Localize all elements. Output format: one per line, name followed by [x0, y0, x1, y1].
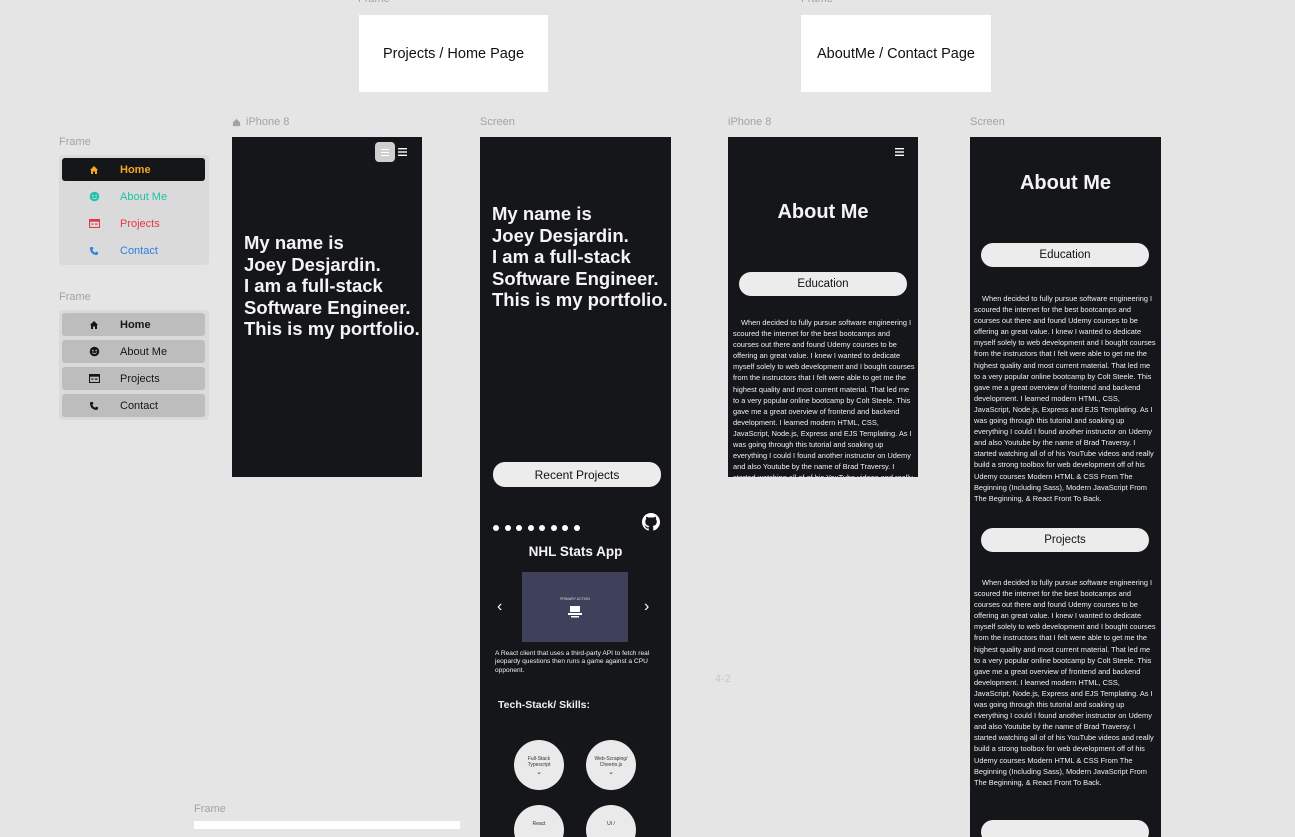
menu-item-projects[interactable]: Projects: [62, 212, 205, 235]
menu-item-contact[interactable]: Contact: [62, 394, 205, 417]
about-screen: About Me Education When decided to fully…: [970, 137, 1161, 837]
skill-bubble[interactable]: React: [514, 805, 564, 837]
menu-item-about[interactable]: About Me: [62, 185, 205, 208]
hero-intro: My name is Joey Desjardin. I am a full-s…: [244, 232, 420, 339]
skill-bubble[interactable]: Full-Stack Typescript ⌄: [514, 740, 564, 790]
next-arrow-icon[interactable]: ›: [644, 598, 649, 616]
card-title: Projects / Home Page: [382, 45, 525, 62]
phone-icon: [84, 246, 104, 256]
menu-item-home[interactable]: Home: [62, 158, 205, 181]
menu-item-contact[interactable]: Contact: [62, 239, 205, 262]
projects-screen: My name is Joey Desjardin. I am a full-s…: [480, 137, 671, 837]
nav-menu-colored: Home About Me Projects Contact: [59, 155, 209, 265]
nav-menu-gray: Home About Me Projects Contact: [59, 310, 209, 420]
projects-paragraph: When decided to fully pursue software en…: [974, 578, 1156, 787]
chevron-down-icon: ⌄: [536, 769, 542, 776]
phone-icon: [84, 401, 104, 411]
menu-label: Projects: [120, 372, 160, 385]
about-paragraph: When decided to fully pursue software en…: [733, 318, 915, 477]
about-title: About Me: [777, 201, 869, 223]
stray-label: 4-2: [715, 673, 731, 685]
home-icon: [84, 320, 104, 330]
skill-label: React: [532, 821, 546, 827]
prev-arrow-icon[interactable]: ‹: [497, 598, 502, 616]
education-button[interactable]: Education: [739, 272, 907, 296]
smiley-icon: [84, 191, 104, 202]
menu-label: Projects: [120, 217, 160, 230]
screen-label: Screen: [480, 116, 515, 128]
project-preview-image[interactable]: PRIMARY ACTION: [522, 572, 628, 642]
hero-intro: My name is Joey Desjardin. I am a full-s…: [492, 203, 668, 310]
frame-label: Frame: [801, 0, 833, 5]
project-description: A React client that uses a third-party A…: [495, 650, 650, 674]
carousel-dots[interactable]: [493, 518, 585, 536]
skill-bubble[interactable]: UI /: [586, 805, 636, 837]
menu-label: About Me: [120, 345, 168, 358]
skill-label: Web-Scraping/ Cheerio.js: [594, 756, 628, 768]
frame-label: Frame: [194, 803, 226, 815]
window-icon: [84, 374, 104, 383]
menu-label: Home: [120, 318, 151, 331]
hamburger-icon[interactable]: [895, 148, 904, 156]
github-icon[interactable]: [642, 513, 660, 531]
frame-label: Frame: [59, 291, 91, 303]
menu-item-about[interactable]: About Me: [62, 340, 205, 363]
frame-label: Frame: [358, 0, 390, 5]
skill-bubble[interactable]: Web-Scraping/ Cheerio.js ⌄: [586, 740, 636, 790]
home-icon: [84, 165, 104, 175]
window-icon: [84, 219, 104, 228]
card-title: AboutMe / Contact Page: [817, 45, 975, 62]
aboutme-contact-card[interactable]: AboutMe / Contact Page: [801, 15, 991, 92]
iphone-home-screen: My name is Joey Desjardin. I am a full-s…: [232, 137, 422, 477]
smiley-icon: [84, 346, 104, 357]
menu-label: Home: [120, 163, 151, 176]
hamburger-icon[interactable]: [398, 148, 407, 156]
next-section-button[interactable]: [981, 820, 1149, 837]
projects-button[interactable]: Projects: [981, 528, 1149, 552]
education-button[interactable]: Education: [981, 243, 1149, 267]
home-icon: [232, 118, 241, 126]
tech-stack-heading: Tech-Stack/ Skills:: [498, 699, 591, 711]
education-paragraph: When decided to fully pursue software en…: [974, 294, 1156, 503]
iphone-label: iPhone 8: [728, 116, 772, 128]
frame-label: Frame: [59, 136, 91, 148]
menu-item-home[interactable]: Home: [62, 313, 205, 336]
skill-label: UI /: [607, 821, 615, 827]
partial-frame: [194, 821, 460, 829]
preview-caption: PRIMARY ACTION: [560, 597, 590, 601]
about-title: About Me: [1019, 172, 1112, 194]
preview-logo-icon: [568, 606, 582, 618]
chevron-down-icon: ⌄: [608, 769, 614, 776]
projects-home-card[interactable]: Projects / Home Page: [359, 15, 548, 92]
menu-toggle-highlight[interactable]: [375, 142, 395, 162]
menu-item-projects[interactable]: Projects: [62, 367, 205, 390]
iphone-label-text: iPhone 8: [246, 116, 290, 128]
iphone-label: iPhone 8: [232, 116, 289, 128]
menu-label: About Me: [120, 190, 168, 203]
menu-label: Contact: [120, 244, 158, 257]
project-title: NHL Stats App: [528, 544, 623, 559]
menu-label: Contact: [120, 399, 158, 412]
skill-label: Full-Stack Typescript: [527, 756, 551, 768]
iphone-about-screen: About Me Education When decided to fully…: [728, 137, 918, 477]
recent-projects-button[interactable]: Recent Projects: [493, 462, 661, 487]
screen-label: Screen: [970, 116, 1005, 128]
